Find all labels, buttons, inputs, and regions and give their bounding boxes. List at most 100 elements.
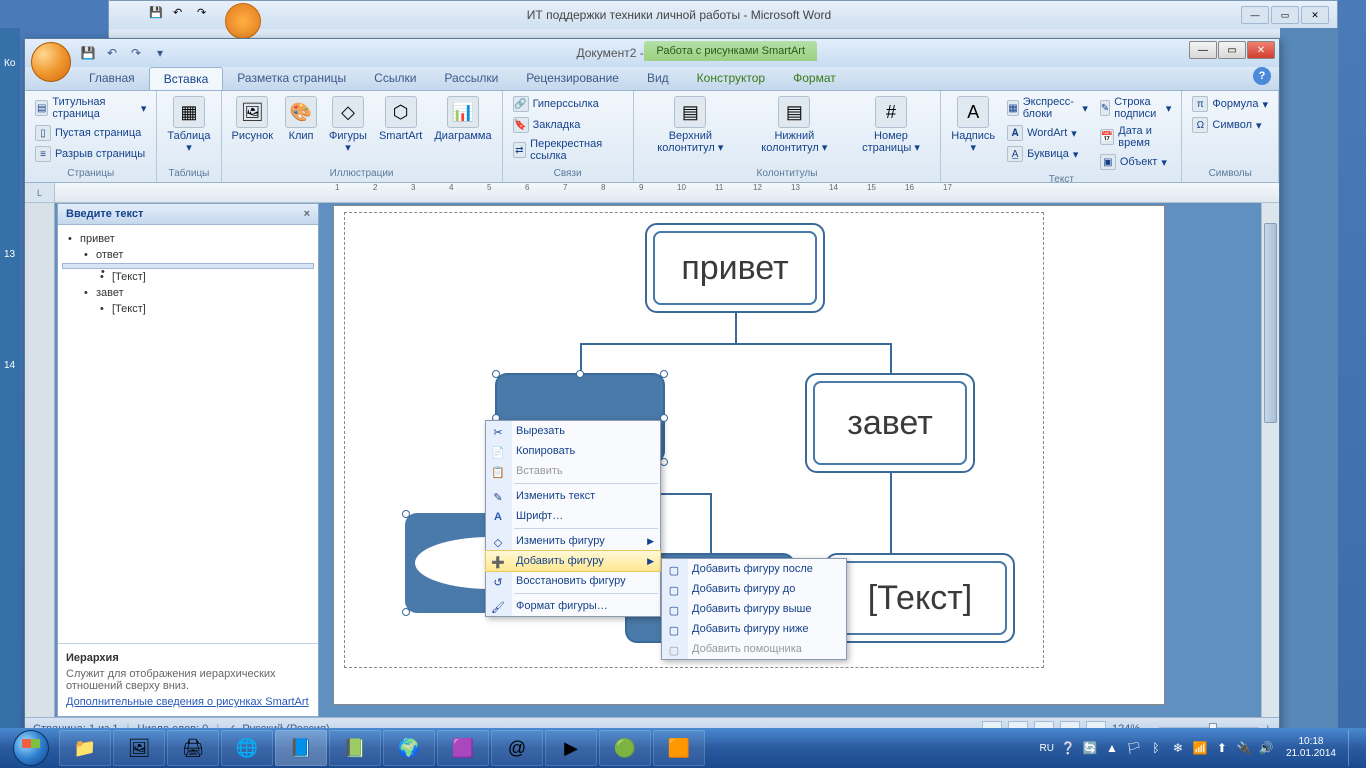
- taskbar-app[interactable]: 🖼: [113, 730, 165, 766]
- help-icon[interactable]: ?: [1253, 67, 1271, 85]
- redo-icon[interactable]: ↷: [197, 6, 217, 24]
- qat-customize-icon[interactable]: ▾: [149, 43, 171, 63]
- close-button[interactable]: ✕: [1301, 6, 1329, 24]
- date-time-button[interactable]: 📅Дата и время: [1096, 123, 1176, 151]
- list-item[interactable]: [Текст]: [62, 301, 314, 317]
- flag-tray-icon[interactable]: 🏳: [1126, 740, 1142, 756]
- cross-ref-button[interactable]: ⇄Перекрестная ссылка: [509, 136, 627, 164]
- close-button[interactable]: ✕: [1247, 41, 1275, 59]
- smartart-node[interactable]: [Текст]: [825, 553, 1015, 643]
- taskbar-app[interactable]: @: [491, 730, 543, 766]
- start-button[interactable]: [4, 729, 58, 767]
- submenu-add-after[interactable]: ▢Добавить фигуру после: [662, 559, 846, 579]
- textbox-button[interactable]: AНадпись▾: [947, 94, 999, 156]
- minimize-button[interactable]: —: [1189, 41, 1217, 59]
- tray-icon[interactable]: ▲: [1104, 740, 1120, 756]
- list-item[interactable]: привет: [62, 231, 314, 247]
- quick-parts-button[interactable]: ▦Экспресс-блоки ▾: [1003, 94, 1092, 122]
- tray-icon[interactable]: ⬆: [1214, 740, 1230, 756]
- tab-home[interactable]: Главная: [75, 67, 149, 90]
- list-item[interactable]: ответ: [62, 247, 314, 263]
- office-button-icon[interactable]: [225, 3, 261, 39]
- footer-link[interactable]: Дополнительные сведения о рисунках Smart…: [66, 696, 310, 708]
- dropcap-button[interactable]: A̲Буквица ▾: [1003, 144, 1092, 164]
- shapes-button[interactable]: ◇Фигуры▾: [325, 94, 371, 156]
- object-button[interactable]: ▣Объект ▾: [1096, 152, 1176, 172]
- menu-edit-text[interactable]: ✎Изменить текст: [486, 486, 660, 506]
- vertical-ruler[interactable]: [25, 203, 55, 717]
- save-icon[interactable]: 💾: [149, 6, 169, 24]
- bookmark-button[interactable]: 🔖Закладка: [509, 115, 627, 135]
- wordart-button[interactable]: 𝐀WordArt ▾: [1003, 123, 1092, 143]
- taskbar-word[interactable]: 📘: [275, 730, 327, 766]
- chart-button[interactable]: 📊Диаграмма: [430, 94, 495, 144]
- power-tray-icon[interactable]: 🔌: [1236, 740, 1252, 756]
- scrollbar-thumb[interactable]: [1264, 223, 1277, 423]
- office-button[interactable]: [31, 42, 71, 82]
- signature-line-button[interactable]: ✎Строка подписи ▾: [1096, 94, 1176, 122]
- fg-titlebar[interactable]: 💾 ↶ ↷ ▾ Документ2 - Microsoft Word Работ…: [25, 39, 1279, 67]
- clock[interactable]: 10:18 21.01.2014: [1280, 736, 1342, 760]
- tab-design[interactable]: Конструктор: [683, 67, 779, 90]
- menu-font[interactable]: AШрифт…: [486, 506, 660, 526]
- vertical-scrollbar[interactable]: [1261, 203, 1279, 717]
- equation-button[interactable]: πФормула ▾: [1188, 94, 1272, 114]
- close-pane-icon[interactable]: ×: [304, 208, 310, 220]
- submenu-add-above[interactable]: ▢Добавить фигуру выше: [662, 599, 846, 619]
- list-item[interactable]: завет: [62, 285, 314, 301]
- tab-page-layout[interactable]: Разметка страницы: [223, 67, 360, 90]
- taskbar-chrome[interactable]: 🌐: [221, 730, 273, 766]
- submenu-add-before[interactable]: ▢Добавить фигуру до: [662, 579, 846, 599]
- maximize-button[interactable]: ▭: [1271, 6, 1299, 24]
- menu-copy[interactable]: 📄Копировать: [486, 441, 660, 461]
- menu-cut[interactable]: ✂Вырезать: [486, 421, 660, 441]
- smartart-button[interactable]: ⬡SmartArt: [375, 94, 426, 144]
- ruler-corner[interactable]: L: [25, 183, 55, 202]
- taskbar-app[interactable]: 🌍: [383, 730, 435, 766]
- submenu-add-below[interactable]: ▢Добавить фигуру ниже: [662, 619, 846, 639]
- menu-add-shape[interactable]: ➕Добавить фигуру▶: [485, 550, 661, 572]
- tab-format[interactable]: Формат: [779, 67, 850, 90]
- qat-undo-icon[interactable]: ↶: [101, 43, 123, 63]
- tray-icon[interactable]: ❄: [1170, 740, 1186, 756]
- help-tray-icon[interactable]: ❔: [1060, 740, 1076, 756]
- taskbar-app[interactable]: 🟧: [653, 730, 705, 766]
- tab-references[interactable]: Ссылки: [360, 67, 430, 90]
- minimize-button[interactable]: —: [1241, 6, 1269, 24]
- picture-button[interactable]: 🖼Рисунок: [228, 94, 278, 144]
- language-bar[interactable]: RU: [1039, 743, 1053, 754]
- page-break-button[interactable]: ≡Разрыв страницы: [31, 144, 150, 164]
- sync-tray-icon[interactable]: 🔄: [1082, 740, 1098, 756]
- table-button[interactable]: ▦Таблица▾: [163, 94, 214, 156]
- taskbar-app[interactable]: 🟢: [599, 730, 651, 766]
- network-tray-icon[interactable]: 📶: [1192, 740, 1208, 756]
- menu-change-shape[interactable]: ◇Изменить фигуру▶: [486, 531, 660, 551]
- blank-page-button[interactable]: ▯Пустая страница: [31, 123, 150, 143]
- taskbar-app[interactable]: 🖨: [167, 730, 219, 766]
- text-pane-body[interactable]: привет ответ [Текст] завет [Текст]: [58, 225, 318, 643]
- symbol-button[interactable]: ΩСимвол ▾: [1188, 115, 1272, 135]
- tab-view[interactable]: Вид: [633, 67, 683, 90]
- cover-page-button[interactable]: ▤Титульная страница ▾: [31, 94, 150, 122]
- footer-button[interactable]: ▤Нижний колонтитул ▾: [745, 94, 844, 156]
- smartart-node-root[interactable]: привет: [645, 223, 825, 313]
- undo-icon[interactable]: ↶: [173, 6, 193, 24]
- list-item[interactable]: [Текст]: [62, 269, 314, 285]
- taskbar-explorer[interactable]: 📁: [59, 730, 111, 766]
- header-button[interactable]: ▤Верхний колонтитул ▾: [640, 94, 741, 156]
- tab-mailings[interactable]: Рассылки: [430, 67, 512, 90]
- taskbar-media-player[interactable]: ▶: [545, 730, 597, 766]
- qat-redo-icon[interactable]: ↷: [125, 43, 147, 63]
- volume-tray-icon[interactable]: 🔊: [1258, 740, 1274, 756]
- qat-save-icon[interactable]: 💾: [77, 43, 99, 63]
- show-desktop-button[interactable]: [1348, 730, 1356, 766]
- clipart-button[interactable]: 🎨Клип: [281, 94, 321, 144]
- page-number-button[interactable]: #Номер страницы ▾: [848, 94, 935, 156]
- bluetooth-tray-icon[interactable]: ᛒ: [1148, 740, 1164, 756]
- tab-review[interactable]: Рецензирование: [512, 67, 633, 90]
- tab-insert[interactable]: Вставка: [149, 67, 224, 90]
- restore-button[interactable]: ▭: [1218, 41, 1246, 59]
- hyperlink-button[interactable]: 🔗Гиперссылка: [509, 94, 627, 114]
- menu-format-shape[interactable]: 🖌Формат фигуры…: [486, 596, 660, 616]
- taskbar-excel[interactable]: 📗: [329, 730, 381, 766]
